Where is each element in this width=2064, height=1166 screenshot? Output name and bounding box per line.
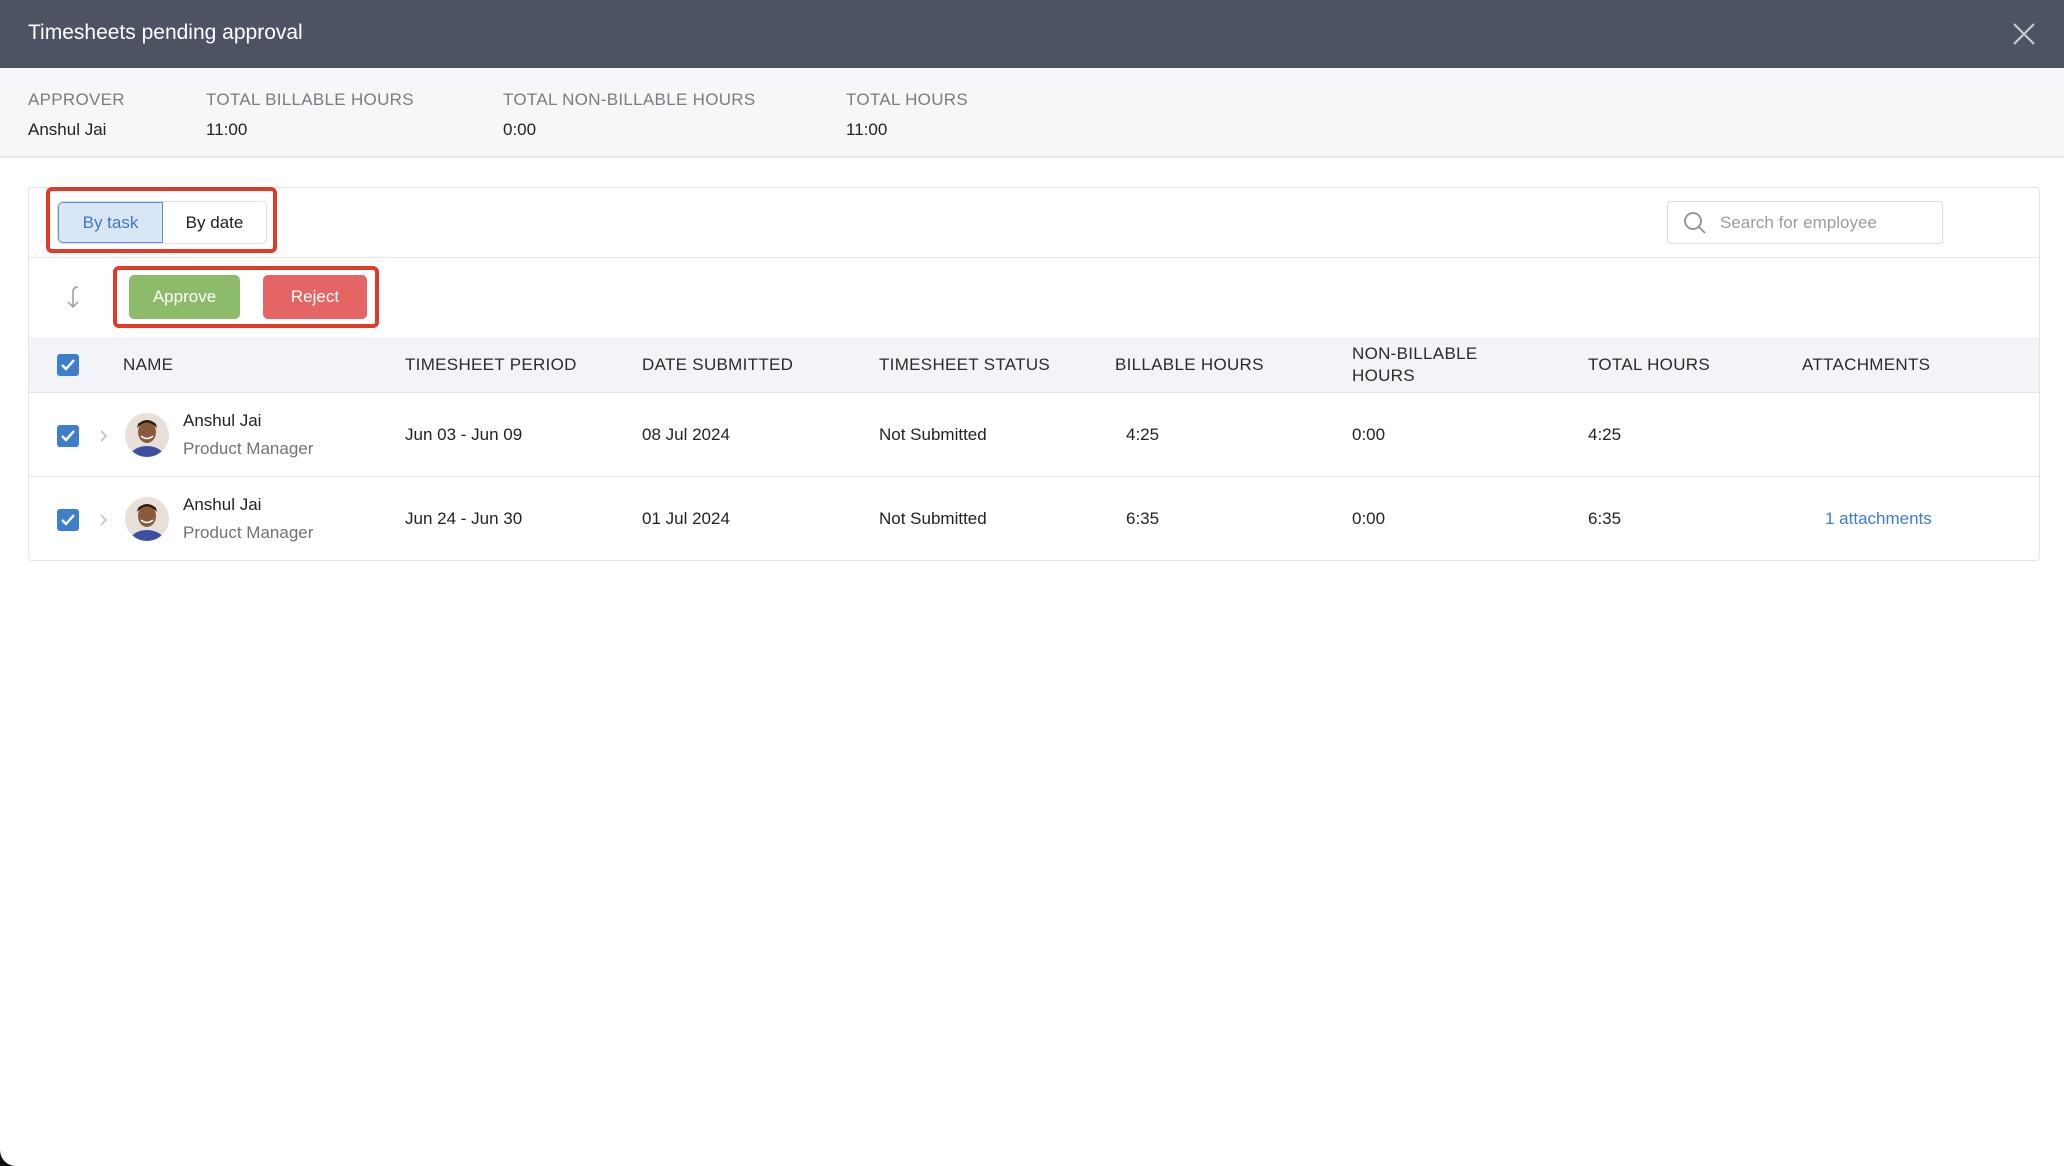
- employee-role: Product Manager: [183, 439, 314, 458]
- summary-total-non-billable: TOTAL NON-BILLABLE HOURS 0:00: [503, 90, 756, 140]
- summary-label: TOTAL HOURS: [846, 90, 969, 109]
- cell-billable: 6:35: [1126, 509, 1160, 528]
- cell-date-submitted: 08 Jul 2024: [642, 425, 730, 444]
- summary-value: Anshul Jai: [28, 120, 107, 139]
- column-header-total[interactable]: TOTAL HOURS: [1588, 354, 1710, 376]
- column-header-status[interactable]: TIMESHEET STATUS: [879, 354, 1050, 376]
- column-header-billable[interactable]: BILLABLE HOURS: [1115, 354, 1264, 376]
- row-checkbox[interactable]: [57, 509, 79, 531]
- cell-period: Jun 24 - Jun 30: [405, 509, 523, 528]
- close-icon[interactable]: [2010, 20, 2038, 48]
- column-header-name[interactable]: NAME: [123, 354, 173, 376]
- employee-role: Product Manager: [183, 523, 314, 542]
- column-header-date-submitted[interactable]: DATE SUBMITTED: [642, 354, 793, 376]
- expand-chevron-icon[interactable]: [99, 429, 109, 443]
- cell-date-submitted: 01 Jul 2024: [642, 509, 730, 528]
- summary-bar: APPROVER Anshul Jai TOTAL BILLABLE HOURS…: [0, 68, 2064, 158]
- employee-name: Anshul Jai: [183, 495, 262, 514]
- summary-label: TOTAL BILLABLE HOURS: [206, 90, 414, 109]
- cell-total: 6:35: [1588, 509, 1622, 528]
- summary-total-hours: TOTAL HOURS 11:00: [846, 90, 968, 140]
- column-header-attachments[interactable]: ATTACHMENTS: [1802, 354, 1930, 376]
- highlight-box-toggle: [46, 187, 277, 253]
- summary-total-billable: TOTAL BILLABLE HOURS 11:00: [206, 90, 414, 140]
- column-header-non-billable[interactable]: NON-BILLABLE HOURS: [1352, 343, 1502, 387]
- search-icon: [1682, 210, 1708, 236]
- row-checkbox[interactable]: [57, 425, 79, 447]
- dialog-header: Timesheets pending approval: [0, 0, 2064, 68]
- avatar: [125, 497, 169, 541]
- employee-name: Anshul Jai: [183, 411, 262, 430]
- summary-approver: APPROVER Anshul Jai: [28, 90, 125, 140]
- dialog-title: Timesheets pending approval: [28, 21, 303, 44]
- table-header: NAME TIMESHEET PERIOD DATE SUBMITTED TIM…: [29, 337, 2039, 393]
- avatar: [125, 413, 169, 457]
- summary-value: 11:00: [846, 120, 888, 139]
- cell-non-billable: 0:00: [1352, 425, 1386, 444]
- summary-value: 11:00: [206, 120, 248, 139]
- attachments-link[interactable]: 1 attachments: [1825, 509, 1932, 529]
- summary-label: TOTAL NON-BILLABLE HOURS: [503, 90, 756, 109]
- cell-billable: 4:25: [1126, 425, 1160, 444]
- summary-label: APPROVER: [28, 90, 125, 109]
- column-header-period[interactable]: TIMESHEET PERIOD: [405, 354, 577, 376]
- sort-arrow-icon[interactable]: [62, 285, 84, 309]
- summary-value: 0:00: [503, 120, 537, 139]
- cell-status: Not Submitted: [879, 425, 987, 444]
- cell-total: 4:25: [1588, 425, 1622, 444]
- cell-status: Not Submitted: [879, 509, 987, 528]
- employee-search: [1667, 201, 1943, 244]
- highlight-box-actions: [113, 266, 379, 328]
- table-row[interactable]: Anshul Jai Product Manager Jun 03 - Jun …: [29, 393, 2039, 477]
- search-input[interactable]: [1720, 212, 1920, 233]
- table-row[interactable]: Anshul Jai Product Manager Jun 24 - Jun …: [29, 477, 2039, 561]
- cell-period: Jun 03 - Jun 09: [405, 425, 523, 444]
- cell-non-billable: 0:00: [1352, 509, 1386, 528]
- expand-chevron-icon[interactable]: [99, 513, 109, 527]
- toolbar-divider: [29, 257, 2039, 258]
- select-all-checkbox[interactable]: [57, 354, 79, 376]
